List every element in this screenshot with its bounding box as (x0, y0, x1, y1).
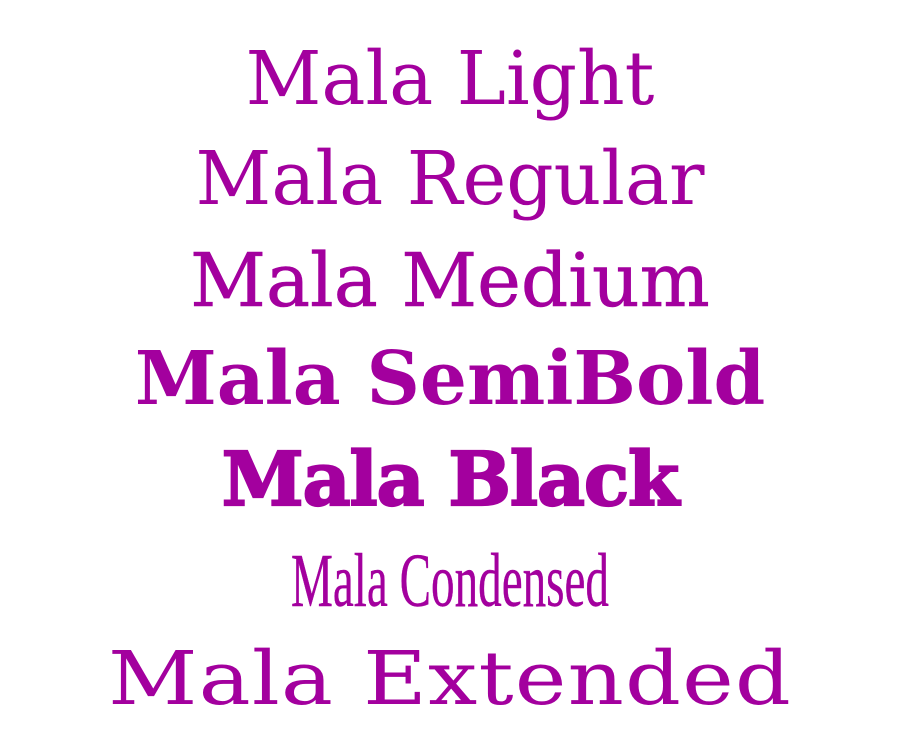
font-specimen: Mala Light Mala Regular Mala Medium Mala… (0, 0, 900, 750)
specimen-line-condensed: Mala Condensed (290, 539, 609, 623)
specimen-line-medium: Mala Medium (190, 238, 710, 324)
specimen-line-black: Mala Black (221, 437, 681, 523)
specimen-line-regular: Mala Regular (195, 136, 705, 222)
specimen-line-light: Mala Light (245, 36, 655, 122)
specimen-line-semibold: Mala SemiBold (134, 336, 766, 422)
specimen-line-extended: Mala Extended (107, 636, 792, 722)
